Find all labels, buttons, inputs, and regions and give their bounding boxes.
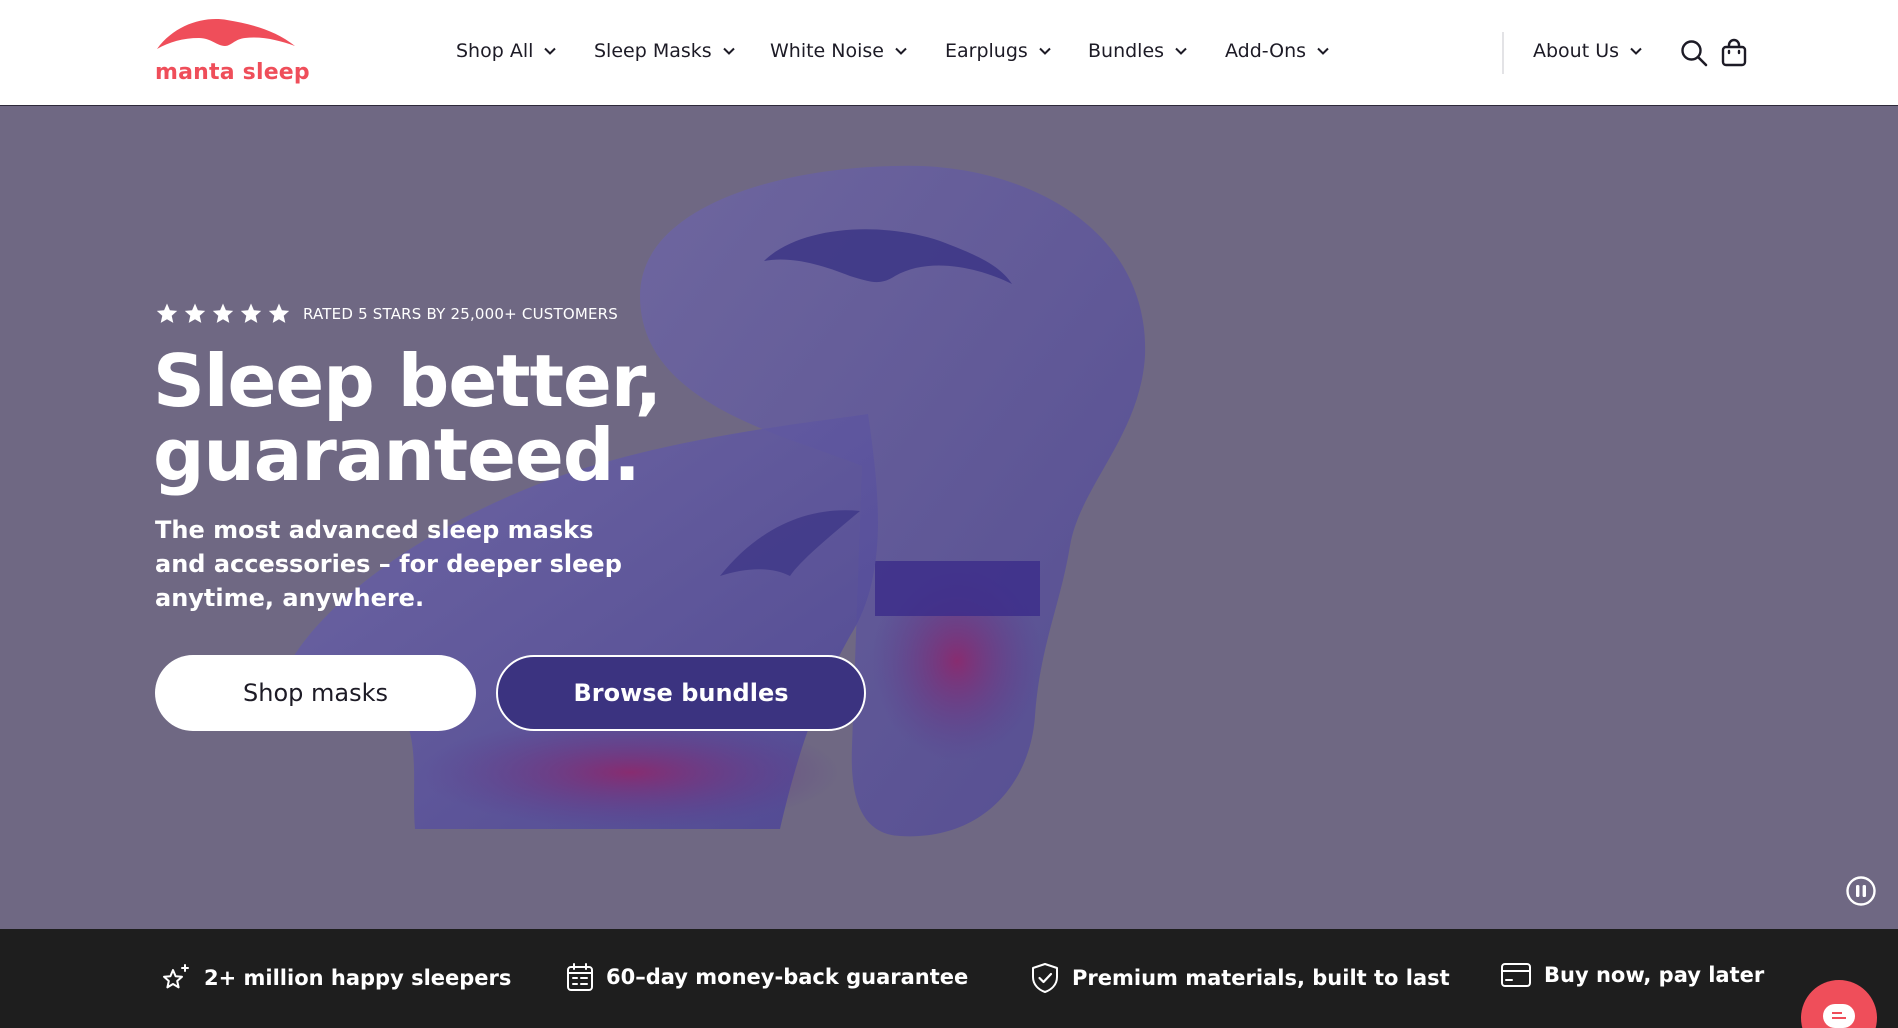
brand-name: manta sleep — [155, 60, 310, 85]
calendar-icon — [567, 963, 593, 991]
nav-earplugs[interactable]: Earplugs — [945, 40, 1052, 62]
nav-label: Earplugs — [945, 40, 1028, 62]
trust-label: 2+ million happy sleepers — [204, 966, 512, 990]
hero-title-line-1: Sleep better, — [153, 339, 662, 423]
nav-white-noise[interactable]: White Noise — [770, 40, 908, 62]
nav-label: Shop All — [456, 40, 534, 62]
nav-label: White Noise — [770, 40, 884, 62]
hero-title-line-2: guaranteed. — [153, 413, 641, 497]
rating-text: RATED 5 STARS BY 25,000+ CUSTOMERS — [303, 305, 619, 323]
chevron-down-icon — [1317, 47, 1329, 55]
star-icon — [156, 303, 178, 323]
trust-bar: 2+ million happy sleepers 60–day money-b… — [0, 929, 1898, 1028]
brand-logo[interactable]: manta sleep — [152, 16, 310, 92]
rating-row: RATED 5 STARS BY 25,000+ CUSTOMERS — [155, 302, 618, 326]
chevron-down-icon — [544, 47, 557, 55]
nav-label: Add-Ons — [1225, 40, 1307, 62]
chevron-down-icon — [895, 47, 907, 55]
shop-masks-button[interactable]: Shop masks — [155, 655, 476, 731]
hero-subtitle: The most advanced sleep masks and access… — [155, 516, 622, 612]
chevron-down-icon — [1630, 47, 1642, 55]
shopping-bag-icon[interactable] — [1719, 38, 1749, 68]
star-icon — [268, 303, 290, 323]
star-icon — [184, 303, 206, 323]
shield-check-icon — [1032, 963, 1058, 993]
chevron-down-icon — [1175, 47, 1187, 55]
chat-bubble-icon — [1823, 1004, 1855, 1028]
pause-icon[interactable] — [1845, 875, 1877, 907]
trust-item-materials: Premium materials, built to last — [1030, 962, 1450, 994]
nav-shop-all[interactable]: Shop All — [456, 40, 557, 62]
trust-label: 60–day money-back guarantee — [606, 965, 969, 989]
nav-label: Bundles — [1088, 40, 1165, 62]
nav-bundles[interactable]: Bundles — [1088, 40, 1188, 62]
nav-label: About Us — [1533, 40, 1620, 62]
trust-item-guarantee: 60–day money-back guarantee — [566, 962, 968, 992]
nav-about-us[interactable]: About Us — [1533, 40, 1643, 62]
manta-wing-logo-icon — [157, 19, 295, 49]
trust-label: Premium materials, built to last — [1072, 966, 1450, 990]
browse-bundles-button[interactable]: Browse bundles — [496, 655, 866, 731]
nav-label: Sleep Masks — [594, 40, 712, 62]
trust-item-pay-later: Buy now, pay later — [1500, 962, 1764, 988]
nav-divider — [1502, 32, 1504, 74]
chevron-down-icon — [1039, 47, 1051, 55]
nav-add-ons[interactable]: Add-Ons — [1225, 40, 1330, 62]
credit-card-icon — [1501, 963, 1531, 987]
chevron-down-icon — [722, 47, 735, 55]
hero-title: Sleep better, guaranteed. — [153, 344, 662, 492]
trust-item-happy-sleepers: 2+ million happy sleepers — [160, 962, 511, 994]
star-icon — [240, 303, 262, 323]
hero-section: RATED 5 STARS BY 25,000+ CUSTOMERS Sleep… — [0, 106, 1898, 929]
star-icon — [212, 303, 234, 323]
trust-label: Buy now, pay later — [1544, 963, 1765, 987]
sparkle-star-icon — [163, 964, 189, 989]
site-header: manta sleep Shop All Sleep Masks White N… — [0, 0, 1898, 106]
search-icon[interactable] — [1679, 38, 1709, 68]
nav-sleep-masks[interactable]: Sleep Masks — [594, 40, 736, 62]
